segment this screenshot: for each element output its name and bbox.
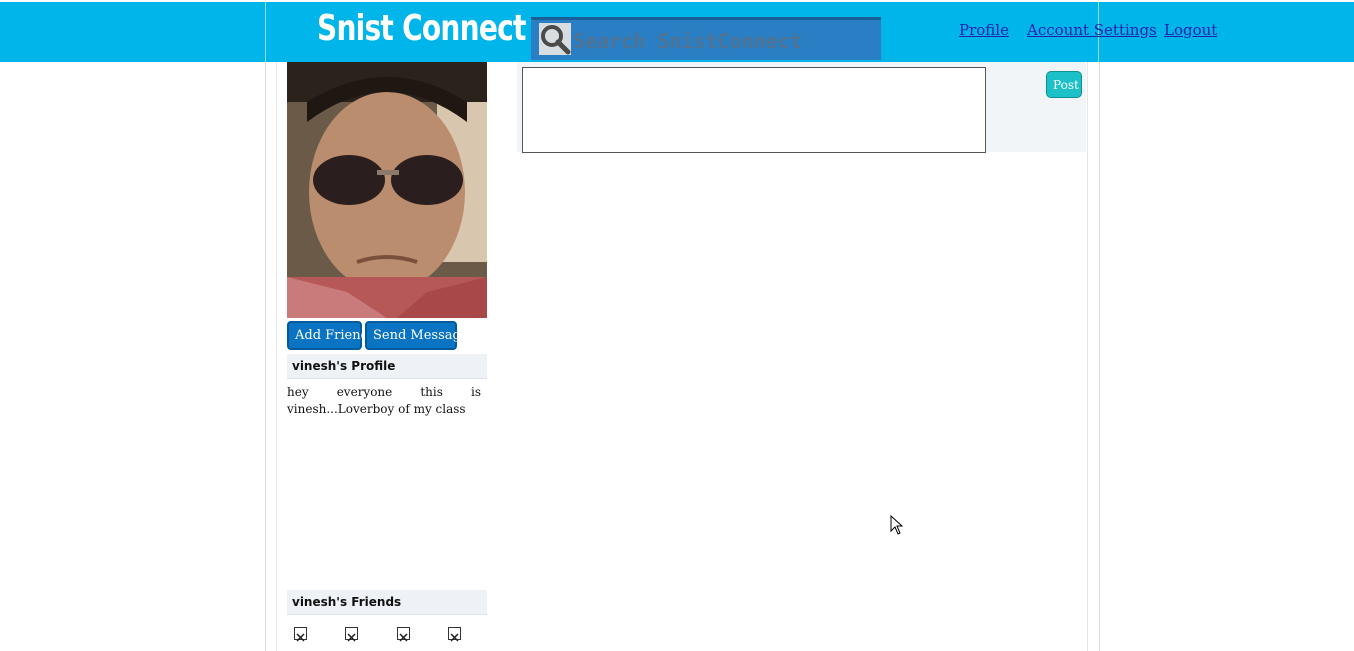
nav-logout-link[interactable]: Logout bbox=[1164, 21, 1217, 39]
search-box[interactable] bbox=[531, 17, 881, 60]
nav-profile-link[interactable]: Profile bbox=[959, 21, 1009, 39]
mouse-cursor-icon bbox=[890, 514, 904, 535]
broken-image-icon[interactable] bbox=[294, 627, 307, 642]
broken-image-icon[interactable] bbox=[397, 627, 410, 642]
profile-bio: hey everyone this is vinesh...Loverboy o… bbox=[287, 385, 481, 416]
site-logo[interactable]: Snist Connect bbox=[317, 8, 526, 49]
search-icon[interactable] bbox=[539, 23, 571, 55]
add-friend-button[interactable]: Add Friend bbox=[287, 321, 369, 350]
friends-heading: vinesh's Friends bbox=[287, 590, 487, 615]
search-input[interactable] bbox=[571, 25, 875, 57]
nav-account-settings-link[interactable]: Account Settings bbox=[1027, 21, 1157, 39]
post-textarea[interactable] bbox=[522, 67, 986, 153]
post-button[interactable]: Post bbox=[1046, 71, 1082, 98]
broken-image-icon[interactable] bbox=[448, 627, 461, 642]
profile-heading: vinesh's Profile bbox=[287, 354, 487, 379]
broken-image-icon[interactable] bbox=[345, 627, 358, 642]
profile-photo bbox=[287, 62, 487, 318]
send-message-button[interactable]: Send Message bbox=[365, 321, 469, 350]
